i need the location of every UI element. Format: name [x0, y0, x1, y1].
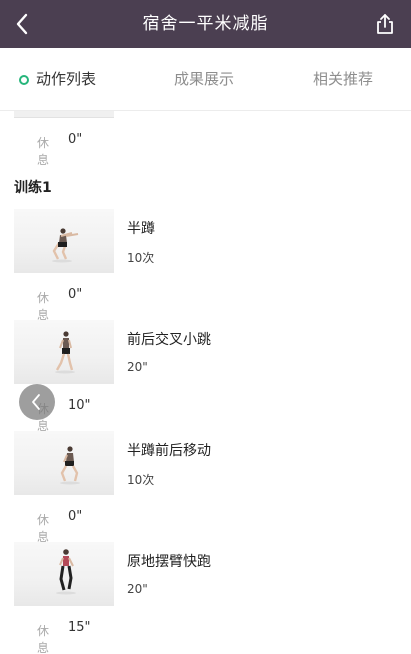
rest-label: 休息: [37, 291, 50, 322]
rest-value: 10": [68, 398, 91, 413]
exercise-thumbnail: [14, 209, 114, 273]
rest-value: 0": [68, 287, 83, 302]
share-icon: [377, 14, 393, 34]
exercise-name: 原地摆臂快跑: [127, 554, 211, 570]
top-nav-bar: 宿舍一平米减脂: [0, 0, 411, 48]
tab-label: 动作列表: [36, 70, 97, 88]
tab-results[interactable]: 成果展示: [174, 48, 234, 110]
exercise-reps: 20": [127, 360, 148, 374]
exercise-thumbnail: [14, 320, 114, 384]
exercise-reps: 10次: [127, 251, 155, 265]
exercise-list[interactable]: 休息 0" 训练1 半蹲 10次 休息 0" 前后交叉小跳 20" 息 10" …: [0, 111, 411, 654]
exercise-name: 半蹲: [127, 221, 155, 237]
exercise-item[interactable]: 半蹲 10次: [0, 209, 411, 275]
section-title: 训练1: [14, 180, 52, 196]
exercise-item[interactable]: 原地摆臂快跑 20": [0, 542, 411, 608]
tab-recommendations[interactable]: 相关推荐: [313, 48, 373, 110]
active-tab-dot-icon: [19, 75, 29, 85]
exercise-reps: 20": [127, 582, 148, 596]
page-title: 宿舍一平米减脂: [142, 14, 269, 34]
rest-value: 15": [68, 620, 91, 635]
exercise-thumbnail-partial: [14, 111, 114, 118]
rest-label: 休息: [37, 624, 50, 654]
tab-label: 成果展示: [174, 70, 235, 88]
exercise-thumbnail: [14, 431, 114, 495]
exercise-name: 前后交叉小跳: [127, 332, 211, 348]
exercise-item[interactable]: 前后交叉小跳 20": [0, 320, 411, 386]
rest-value: 0": [68, 132, 83, 147]
rest-label: 休息: [37, 513, 50, 544]
tab-bar: 动作列表 成果展示 相关推荐: [0, 48, 411, 111]
tab-action-list[interactable]: 动作列表: [19, 48, 97, 110]
share-button[interactable]: [373, 12, 397, 36]
rest-value: 0": [68, 509, 83, 524]
exercise-thumbnail: [14, 542, 114, 606]
tab-label: 相关推荐: [313, 70, 374, 88]
rest-label: 休息: [37, 136, 50, 167]
exercise-reps: 10次: [127, 473, 155, 487]
exercise-name: 半蹲前后移动: [127, 443, 211, 459]
chevron-left-icon: [32, 394, 40, 410]
exercise-item[interactable]: 半蹲前后移动 10次: [0, 431, 411, 497]
floating-back-button[interactable]: [19, 384, 55, 420]
